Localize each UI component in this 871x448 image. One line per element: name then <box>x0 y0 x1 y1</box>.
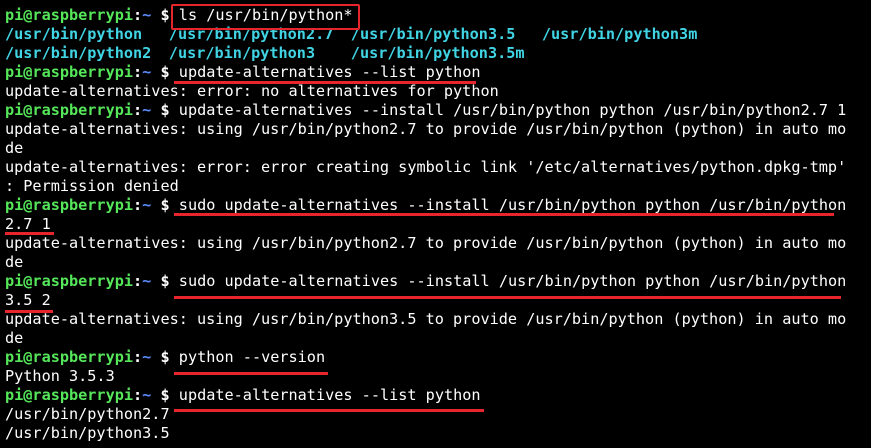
prompt-separator: : <box>133 101 143 119</box>
output-text: de <box>5 329 24 347</box>
prompt-dollar: $ <box>160 196 170 214</box>
prompt-path: ~ <box>142 272 152 290</box>
highlight-box <box>171 4 360 30</box>
output-text: /usr/bin/python3.5 <box>5 424 170 442</box>
output-line: update-alternatives: using /usr/bin/pyth… <box>5 310 846 329</box>
prompt-dollar: $ <box>160 101 170 119</box>
highlight-underline <box>174 213 834 216</box>
output-text: /usr/bin/python2.7 <box>5 405 170 423</box>
prompt-separator: : <box>133 63 143 81</box>
output-line: update-alternatives: error: no alternati… <box>5 82 499 101</box>
prompt-dollar: $ <box>160 386 170 404</box>
output-text: Python 3.5.3 <box>5 367 115 385</box>
output-text: update-alternatives: using /usr/bin/pyth… <box>5 120 847 138</box>
output-line: /usr/bin/python3.5 <box>5 424 170 443</box>
output-line: update-alternatives: using /usr/bin/pyth… <box>5 120 846 139</box>
ls-entry[interactable]: /usr/bin/python3.5 <box>351 25 516 44</box>
highlight-underline <box>174 372 328 375</box>
output-text: update-alternatives: using /usr/bin/pyth… <box>5 234 847 252</box>
output-line: de <box>5 329 23 348</box>
prompt-separator: : <box>133 348 143 366</box>
prompt-path: ~ <box>142 348 152 366</box>
highlight-underline <box>174 409 484 412</box>
ls-entry[interactable]: /usr/bin/python3m <box>542 25 697 44</box>
prompt-path: ~ <box>142 386 152 404</box>
command-text: update-alternatives --install /usr/bin/p… <box>178 101 847 119</box>
ls-entry[interactable]: /usr/bin/python <box>5 25 142 44</box>
output-text: 2.7 1 <box>5 215 51 233</box>
prompt-separator: : <box>133 272 143 290</box>
output-line: : Permission denied <box>5 177 179 196</box>
prompt-line: pi@raspberrypi:~ $ update-alternatives -… <box>5 386 481 405</box>
prompt-user-host: pi@raspberrypi <box>5 272 134 290</box>
prompt-user-host: pi@raspberrypi <box>5 196 134 214</box>
prompt-separator: : <box>133 386 143 404</box>
command-text: sudo update-alternatives --install /usr/… <box>178 196 847 214</box>
ls-entry[interactable]: /usr/bin/python3.5m <box>351 44 525 63</box>
output-text: de <box>5 139 24 157</box>
highlight-underline <box>5 232 54 235</box>
prompt-line: pi@raspberrypi:~ $ update-alternatives -… <box>5 63 481 82</box>
ls-entry[interactable]: /usr/bin/python2 <box>5 44 151 63</box>
command-text: update-alternatives --list python <box>178 63 481 81</box>
output-line: update-alternatives: error: error creati… <box>5 158 846 177</box>
highlight-underline <box>174 81 476 84</box>
prompt-line: pi@raspberrypi:~ $ update-alternatives -… <box>5 101 846 120</box>
output-text: : Permission denied <box>5 177 179 195</box>
prompt-user-host: pi@raspberrypi <box>5 6 134 24</box>
prompt-dollar: $ <box>160 348 170 366</box>
prompt-user-host: pi@raspberrypi <box>5 101 134 119</box>
output-line: de <box>5 139 23 158</box>
prompt-line: pi@raspberrypi:~ $ python --version <box>5 348 325 367</box>
output-line: /usr/bin/python2.7 <box>5 405 170 424</box>
command-text: python --version <box>178 348 326 366</box>
prompt-separator: : <box>133 196 143 214</box>
highlight-underline <box>5 310 53 313</box>
prompt-path: ~ <box>142 101 152 119</box>
prompt-user-host: pi@raspberrypi <box>5 386 134 404</box>
output-line: de <box>5 253 23 272</box>
prompt-separator: : <box>133 6 143 24</box>
output-text: 3.5 2 <box>5 291 51 309</box>
prompt-user-host: pi@raspberrypi <box>5 348 134 366</box>
prompt-dollar: $ <box>160 272 170 290</box>
prompt-dollar: $ <box>160 63 170 81</box>
output-line: Python 3.5.3 <box>5 367 115 386</box>
output-text: de <box>5 253 24 271</box>
output-line: update-alternatives: using /usr/bin/pyth… <box>5 234 846 253</box>
prompt-line: pi@raspberrypi:~ $ sudo update-alternati… <box>5 272 846 291</box>
output-text: update-alternatives: using /usr/bin/pyth… <box>5 310 847 328</box>
ls-entry[interactable]: /usr/bin/python3 <box>169 44 315 63</box>
prompt-path: ~ <box>142 196 152 214</box>
prompt-user-host: pi@raspberrypi <box>5 63 134 81</box>
prompt-dollar: $ <box>160 6 170 24</box>
output-line: 3.5 2 <box>5 291 51 310</box>
prompt-path: ~ <box>142 6 152 24</box>
prompt-path: ~ <box>142 63 152 81</box>
output-text: update-alternatives: error: error creati… <box>5 158 847 176</box>
highlight-underline <box>174 296 841 299</box>
command-text: update-alternatives --list python <box>178 386 481 404</box>
output-text: update-alternatives: error: no alternati… <box>5 82 499 100</box>
command-text: sudo update-alternatives --install /usr/… <box>178 272 847 290</box>
terminal-window[interactable]: pi@raspberrypi:~ $ ls /usr/bin/python*/u… <box>0 0 871 448</box>
